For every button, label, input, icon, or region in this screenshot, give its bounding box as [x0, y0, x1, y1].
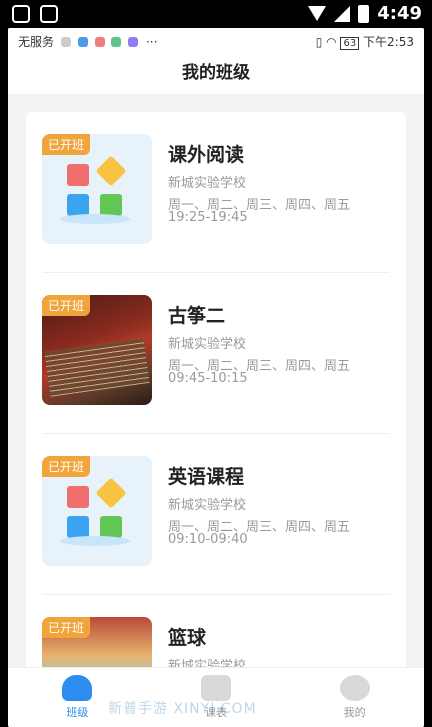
page-title: 我的班级 [8, 54, 424, 94]
battery-level: 63 [340, 36, 360, 50]
more-icon: ··· [145, 34, 158, 49]
bottom-tab-bar: 班级 课表 我的 [8, 667, 424, 727]
course-thumbnail: 已开班 [42, 617, 152, 672]
carrier-text: 无服务 [18, 34, 55, 49]
class-list: 已开班 课外阅读 新城实验学校 周一、周二、周三、周四、周五 19:25-19:… [26, 112, 406, 672]
inner-status-bar: 无服务 ··· ▯ ◠ 63 下午2:53 [8, 28, 424, 54]
tab-label: 我的 [343, 706, 366, 719]
course-card-basketball[interactable]: 已开班 篮球 新城实验学校 [42, 595, 390, 672]
school-name: 新城实验学校 [168, 337, 247, 352]
watermark: 新普手游 XINYI.COM [108, 701, 257, 717]
course-name: 篮球 [168, 627, 207, 649]
app-icon [128, 37, 139, 47]
tab-class[interactable]: 班级 [37, 675, 117, 720]
course-time: 09:10-09:40 [168, 532, 248, 547]
course-card-reading[interactable]: 已开班 课外阅读 新城实验学校 周一、周二、周三、周四、周五 19:25-19:… [42, 112, 390, 273]
course-card-guzheng[interactable]: 已开班 古筝二 新城实验学校 周一、周二、周三、周四、周五 09:45-10:1… [42, 273, 390, 434]
status-badge: 已开班 [42, 295, 91, 316]
course-thumbnail: 已开班 [42, 295, 152, 405]
school-name: 新城实验学校 [168, 498, 247, 513]
wifi-small-icon: ◠ [326, 34, 337, 49]
system-time: 4:49 [377, 3, 422, 24]
course-time: 09:45-10:15 [168, 371, 248, 386]
battery-icon [358, 4, 370, 23]
notification-icon [12, 5, 30, 23]
course-name: 古筝二 [168, 305, 226, 327]
home-icon [62, 675, 93, 701]
course-name: 英语课程 [168, 466, 245, 488]
signal-icon [334, 5, 351, 22]
usb-icon [60, 37, 71, 47]
status-badge: 已开班 [42, 617, 91, 638]
inbox-icon [40, 5, 58, 23]
course-time: 19:25-19:45 [168, 210, 248, 225]
course-thumbnail: 已开班 [42, 456, 152, 566]
school-name: 新城实验学校 [168, 176, 247, 191]
status-badge: 已开班 [42, 456, 91, 477]
status-time: 下午2:53 [363, 34, 414, 49]
android-status-bar: 4:49 [0, 0, 432, 28]
app-icon [77, 37, 88, 47]
tab-label: 班级 [66, 706, 89, 719]
app-frame: 无服务 ··· ▯ ◠ 63 下午2:53 我的班级 已开班 课外阅读 新城实验… [8, 28, 424, 727]
app-icon [111, 37, 122, 47]
tab-profile[interactable]: 我的 [315, 675, 395, 720]
course-card-english[interactable]: 已开班 英语课程 新城实验学校 周一、周二、周三、周四、周五 09:10-09:… [42, 434, 390, 595]
status-badge: 已开班 [42, 134, 91, 155]
profile-icon [339, 675, 370, 701]
course-thumbnail: 已开班 [42, 134, 152, 244]
course-name: 课外阅读 [168, 144, 245, 166]
app-icon [94, 37, 105, 47]
wifi-icon [308, 6, 327, 21]
vibrate-icon: ▯ [315, 34, 323, 49]
